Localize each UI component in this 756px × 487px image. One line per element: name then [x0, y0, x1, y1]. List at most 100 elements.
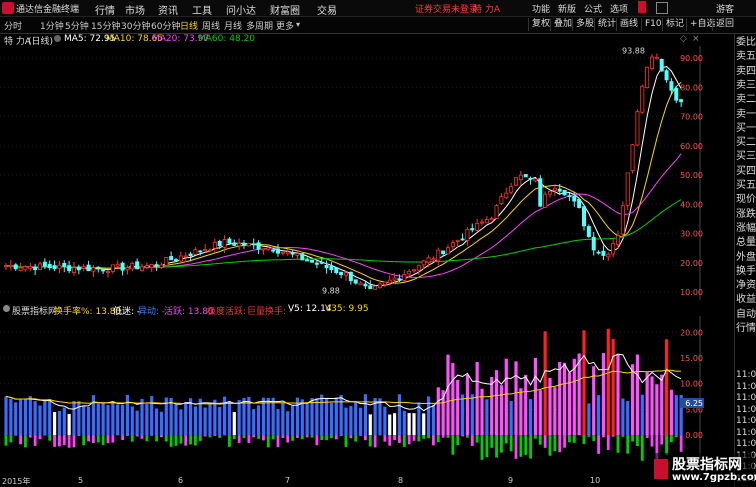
turnover-bar [232, 412, 236, 436]
turnover-bar [101, 402, 105, 436]
period-weekly[interactable]: 周线 [202, 19, 220, 32]
period-1min[interactable]: 1分钟 [40, 19, 64, 32]
signal-bar [179, 435, 183, 444]
turnover-bar [111, 401, 115, 436]
candle-body [173, 259, 178, 262]
signal-bar [150, 435, 154, 436]
turnover-bar [388, 414, 392, 436]
candle-body [275, 248, 280, 254]
flag-icon [638, 1, 646, 13]
candle-body [630, 144, 635, 172]
candle-body [436, 249, 441, 262]
turnover-bar [305, 402, 309, 436]
signal-bar [441, 435, 445, 438]
close-icon[interactable]: × [692, 34, 700, 44]
menu-tools[interactable]: 工具 [192, 2, 212, 17]
expand-icon[interactable]: ◇ [680, 34, 687, 44]
period-15min[interactable]: 15分钟 [91, 19, 120, 32]
turnover-bar [655, 384, 659, 436]
candle-body [416, 265, 421, 271]
candle-body [475, 223, 480, 231]
signal-bar [218, 435, 222, 438]
signal-bar [300, 435, 304, 440]
panel-item-19[interactable]: 自动 [736, 308, 756, 323]
menu-wealth-circle[interactable]: 财富圈 [270, 2, 300, 17]
turnover-bar [281, 402, 285, 436]
login-status[interactable]: 证券交易未登录 [415, 2, 478, 15]
period-60min[interactable]: 60分钟 [151, 19, 180, 32]
signal-bar [169, 435, 173, 447]
panel-item-20[interactable]: 行情 [736, 322, 756, 337]
signal-bar [62, 435, 66, 445]
signal-bar [563, 435, 566, 448]
menu-quotes[interactable]: 行情 [95, 2, 115, 17]
candle-body [334, 267, 339, 274]
candle-body [377, 283, 382, 289]
signal-bar [393, 435, 396, 441]
turnover-bar [252, 409, 256, 436]
signal-bar [582, 435, 586, 445]
period-monthly[interactable]: 月线 [224, 19, 242, 32]
turnover-bar [363, 394, 368, 436]
candle-body [169, 256, 174, 261]
candle-body [222, 239, 227, 248]
period-intraday[interactable]: 分时 [4, 19, 22, 32]
candle-body [251, 243, 256, 246]
turnover-bar [86, 406, 91, 436]
turnover-tick-label: 15.00 [680, 354, 703, 363]
turnover-bar [558, 361, 562, 436]
signal-bar [364, 435, 367, 441]
candle-body [149, 264, 154, 269]
ma60-label: MA60: 48.20 [198, 34, 256, 44]
period-30min[interactable]: 30分钟 [121, 19, 150, 32]
candle-body [13, 264, 18, 270]
guest-label[interactable]: 游客 [716, 2, 734, 15]
menu-functions[interactable]: 功能 [532, 2, 550, 15]
signal-bar [72, 435, 76, 448]
period-multi[interactable]: 多周期 [246, 19, 273, 32]
turnover-bar [213, 399, 217, 436]
watermark-url: www.7gpzb.com [672, 472, 756, 483]
settings-dot-icon[interactable] [54, 35, 61, 42]
signal-bar [636, 435, 639, 446]
candle-body [52, 265, 57, 270]
draw-line-button[interactable]: 画线 [616, 18, 641, 31]
signal-bar [422, 435, 426, 439]
candle-body [499, 196, 504, 204]
turnover-bar [14, 402, 18, 436]
turnover-bar [130, 406, 134, 436]
turnover-bar [33, 401, 37, 436]
turnover-bar [354, 401, 358, 436]
more-chevron-icon[interactable]: ▾ [296, 20, 300, 29]
signal-bar [9, 435, 13, 443]
signal-bar [140, 435, 144, 439]
menu-new-version[interactable]: 新版 [558, 2, 576, 15]
mark-button[interactable]: 标记 [662, 18, 687, 31]
back-button[interactable]: 返回 [712, 18, 737, 31]
period-daily[interactable]: 日线 [180, 19, 198, 32]
menu-news[interactable]: 资讯 [158, 2, 178, 17]
candle-body [358, 282, 363, 286]
period-5min[interactable]: 5分钟 [65, 19, 89, 32]
turnover-chart[interactable]: 20.0015.0010.005.000.006.25 [0, 316, 705, 476]
panel-item-16: 换手 [736, 265, 756, 277]
axis-year: 2015年 [2, 477, 31, 486]
turnover-bar [276, 409, 280, 436]
menu-ask-xiaoda[interactable]: 问小达 [226, 2, 256, 17]
menu-options[interactable]: 选项 [610, 2, 628, 15]
signal-bar [121, 435, 124, 440]
turnover-bar [412, 413, 416, 436]
candle-body [232, 242, 237, 246]
indicator-dot-icon[interactable] [3, 305, 10, 312]
menu-trade[interactable]: 交易 [317, 2, 337, 17]
menu-market[interactable]: 市场 [125, 2, 145, 17]
turnover-bar [606, 328, 610, 436]
turnover-bar [553, 387, 557, 436]
period-more[interactable]: 更多 [276, 19, 294, 32]
candle-body [339, 271, 344, 276]
turnover-bar [324, 398, 329, 436]
lock-icon[interactable] [656, 2, 668, 14]
candle-body [159, 264, 164, 268]
menu-formula[interactable]: 公式 [584, 2, 602, 15]
candlestick-chart[interactable]: 90.00 80.00 70.00 60.00 50.00 40.00 30.00 20.00… [0, 46, 705, 300]
